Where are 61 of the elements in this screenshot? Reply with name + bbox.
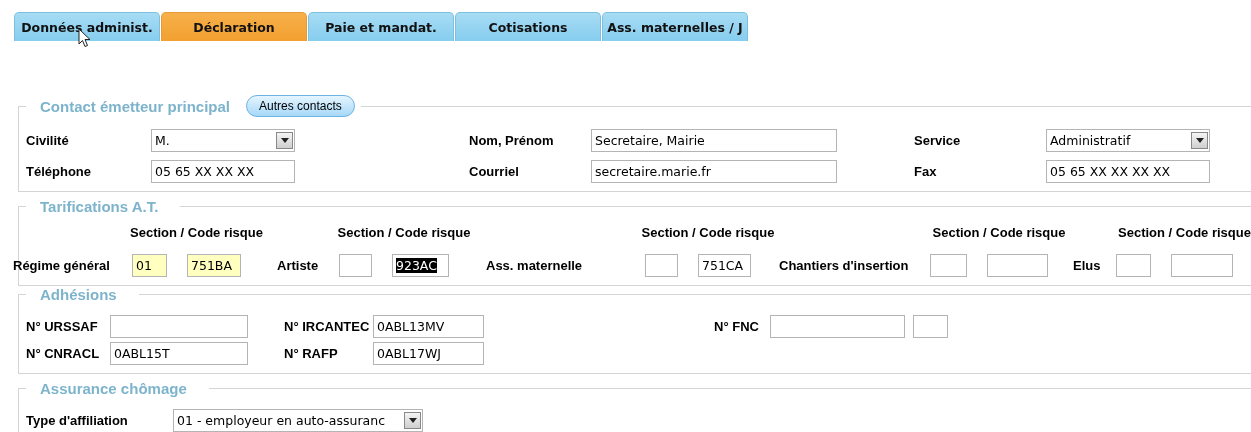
- field-label: N° FNC: [714, 319, 759, 334]
- section-title: Adhésions: [40, 286, 117, 303]
- field-label: Téléphone: [26, 164, 91, 179]
- column-header: Section / Code risque: [337, 225, 471, 242]
- input-field[interactable]: 0ABL15T: [110, 342, 248, 365]
- dropdown-button[interactable]: [404, 412, 421, 429]
- input-field[interactable]: [987, 254, 1048, 277]
- dropdown-field[interactable]: Administratif: [1046, 129, 1210, 152]
- input-field[interactable]: 751CA: [698, 254, 751, 277]
- input-field[interactable]: secretaire.marie.fr: [591, 160, 837, 183]
- field-label: N° CNRACL: [26, 346, 100, 361]
- input-field[interactable]: 01: [132, 254, 167, 277]
- input-field[interactable]: [645, 254, 678, 277]
- input-field[interactable]: 751BA: [187, 254, 241, 277]
- tab[interactable]: Cotisations: [455, 12, 601, 41]
- column-header: Section / Code risque: [130, 225, 263, 242]
- input-field[interactable]: [1116, 254, 1151, 277]
- field-label: N° IRCANTEC: [284, 319, 370, 334]
- contacts-button[interactable]: Autres contacts: [246, 95, 355, 117]
- field-label: Nom, Prénom: [469, 133, 554, 148]
- dropdown-button[interactable]: [276, 132, 293, 149]
- field-label: Courriel: [469, 164, 519, 179]
- column-header: Section / Code risque: [932, 225, 1066, 242]
- dropdown-field[interactable]: 01 - employeur en auto-assuranc: [173, 409, 423, 432]
- caret-icon: [1195, 138, 1204, 143]
- field-label: Civilité: [26, 133, 69, 148]
- field-label: N° RAFP: [284, 346, 338, 361]
- tab[interactable]: Ass. maternelles / J: [602, 12, 748, 41]
- caret-icon: [408, 418, 417, 423]
- input-field[interactable]: [770, 315, 905, 338]
- input-field[interactable]: [913, 315, 948, 338]
- dropdown-field[interactable]: M.: [151, 129, 295, 152]
- input-field[interactable]: 0ABL13MV: [373, 315, 484, 338]
- tab[interactable]: Déclaration: [161, 12, 307, 41]
- field-label: Régime général: [13, 258, 110, 273]
- dropdown-button[interactable]: [1191, 132, 1208, 149]
- input-field[interactable]: [339, 254, 372, 277]
- field-label: Type d'affiliation: [26, 413, 128, 428]
- input-field[interactable]: Secretaire, Mairie: [591, 129, 837, 152]
- input-field[interactable]: 923AC: [392, 254, 449, 277]
- caret-icon: [280, 138, 289, 143]
- section-title: Tarifications A.T.: [40, 198, 159, 215]
- section-title: Assurance chômage: [40, 380, 187, 397]
- column-header: Section / Code risque: [1118, 225, 1251, 242]
- field-label: Chantiers d'insertion: [779, 258, 909, 273]
- field-label: Elus: [1073, 258, 1101, 273]
- input-field[interactable]: [110, 315, 248, 338]
- field-label: Service: [914, 133, 961, 148]
- input-field[interactable]: [1171, 254, 1233, 277]
- input-field[interactable]: [930, 254, 967, 277]
- tab[interactable]: Données administ.: [14, 12, 160, 41]
- input-field[interactable]: 0ABL17WJ: [373, 342, 484, 365]
- input-field[interactable]: 05 65 XX XX XX XX: [1046, 160, 1210, 183]
- field-label: N° URSSAF: [26, 319, 98, 334]
- field-label: Fax: [914, 164, 937, 179]
- section-title: Contact émetteur principal: [40, 97, 231, 115]
- field-label: Ass. maternelle: [486, 258, 583, 273]
- column-header: Section / Code risque: [641, 225, 775, 242]
- input-field[interactable]: 05 65 XX XX XX: [151, 160, 295, 183]
- tab[interactable]: Paie et mandat.: [308, 12, 454, 41]
- field-label: Artiste: [277, 258, 319, 273]
